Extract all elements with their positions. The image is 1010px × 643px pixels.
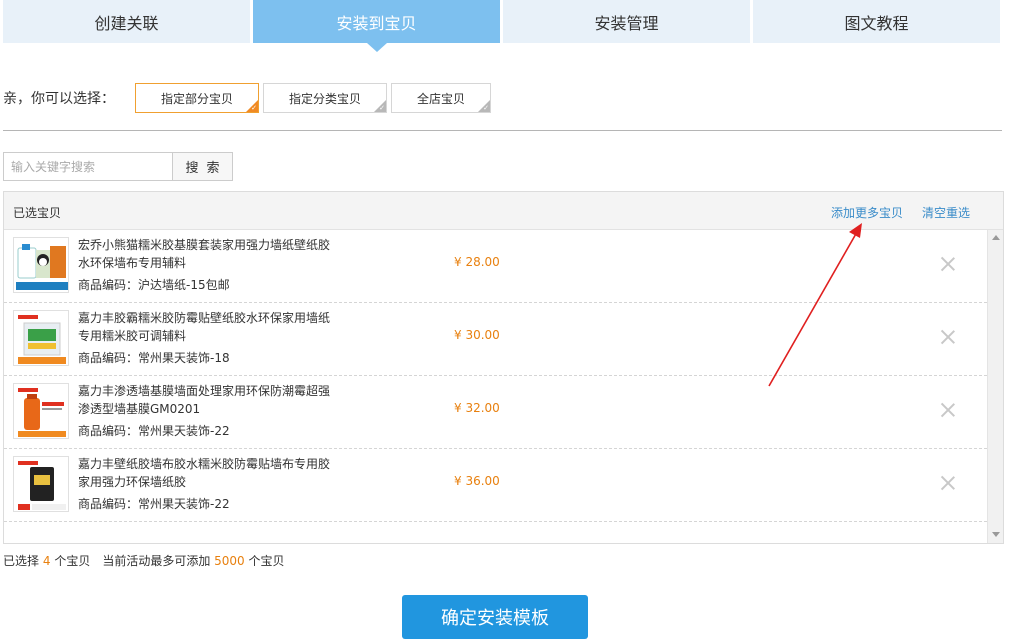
product-price: ¥ 36.00 xyxy=(454,474,500,488)
product-title[interactable]: 嘉力丰胶霸糯米胶防霉贴壁纸胶水环保家用墙纸专用糯米胶可调辅料 xyxy=(78,309,340,345)
list-scrollbar[interactable] xyxy=(987,230,1003,543)
tab-tutorial[interactable]: 图文教程 xyxy=(753,0,1000,43)
product-price: ¥ 32.00 xyxy=(454,401,500,415)
product-code: 商品编码：常州果天装饰-22 xyxy=(78,424,230,438)
remove-item-icon[interactable] xyxy=(940,475,956,491)
summary-mid: 个宝贝 当前活动最多可添加 xyxy=(54,554,211,568)
remove-item-icon[interactable] xyxy=(940,329,956,345)
option-all-items[interactable]: 全店宝贝 ✓ xyxy=(391,83,491,113)
check-icon: ✓ xyxy=(251,104,257,112)
scope-selector: 亲，你可以选择： 指定部分宝贝 ✓ 指定分类宝贝 ✓ 全店宝贝 ✓ xyxy=(3,83,495,113)
check-icon: ✓ xyxy=(483,104,489,112)
summary-prefix: 已选择 xyxy=(3,554,40,568)
scope-label: 亲，你可以选择： xyxy=(3,91,115,107)
product-title[interactable]: 嘉力丰壁纸胶墙布胶水糯米胶防霉贴墙布专用胶家用强力环保墙纸胶 xyxy=(78,455,340,491)
panel-header: 已选宝贝 添加更多宝贝 清空重选 xyxy=(4,192,1003,230)
option-partial-items[interactable]: 指定部分宝贝 ✓ xyxy=(135,83,259,113)
product-title[interactable]: 嘉力丰渗透墙基膜墙面处理家用环保防潮霉超强渗透型墙基膜GM0201 xyxy=(78,382,340,418)
option-category-items[interactable]: 指定分类宝贝 ✓ xyxy=(263,83,387,113)
product-code: 商品编码：沪达墙纸-15包邮 xyxy=(78,278,230,292)
list-item: 嘉力丰壁纸胶墙布胶水糯米胶防霉贴墙布专用胶家用强力环保墙纸胶 商品编码：常州果天… xyxy=(4,449,987,522)
option-partial-items-label: 指定部分宝贝 xyxy=(160,91,233,106)
list-item: 宏乔小熊猫糯米胶基膜套装家用强力墙纸壁纸胶水环保墙布专用辅料 商品编码：沪达墙纸… xyxy=(4,230,987,303)
product-thumbnail xyxy=(13,237,69,293)
section-divider xyxy=(3,130,1002,131)
list-item: 嘉力丰胶霸糯米胶防霉贴壁纸胶水环保家用墙纸专用糯米胶可调辅料 商品编码：常州果天… xyxy=(4,303,987,376)
selected-items-panel: 已选宝贝 添加更多宝贝 清空重选 宏乔小熊猫糯米胶基膜套装家用强力墙纸壁纸胶水环… xyxy=(3,191,1004,544)
max-count: 5000 xyxy=(214,554,245,568)
list-item: 嘉力丰渗透墙基膜墙面处理家用环保防潮霉超强渗透型墙基膜GM0201 商品编码：常… xyxy=(4,376,987,449)
tab-install-to-items[interactable]: 安装到宝贝 xyxy=(253,0,500,52)
product-price: ¥ 28.00 xyxy=(454,255,500,269)
scroll-up-icon[interactable] xyxy=(992,235,1000,240)
selected-items-list: 宏乔小熊猫糯米胶基膜套装家用强力墙纸壁纸胶水环保墙布专用辅料 商品编码：沪达墙纸… xyxy=(4,230,987,543)
remove-item-icon[interactable] xyxy=(940,402,956,418)
product-code: 商品编码：常州果天装饰-18 xyxy=(78,351,230,365)
check-icon: ✓ xyxy=(379,104,385,112)
top-tab-bar: 创建关联 安装到宝贝 安装管理 图文教程 xyxy=(3,0,1000,52)
summary-suffix: 个宝贝 xyxy=(248,554,285,568)
product-price: ¥ 30.00 xyxy=(454,328,500,342)
product-thumbnail xyxy=(13,383,69,439)
clear-reselect-link[interactable]: 清空重选 xyxy=(922,204,970,221)
add-more-items-link[interactable]: 添加更多宝贝 xyxy=(831,204,903,221)
product-thumbnail xyxy=(13,310,69,366)
product-thumbnail xyxy=(13,456,69,512)
remove-item-icon[interactable] xyxy=(940,256,956,272)
tab-install-management[interactable]: 安装管理 xyxy=(503,0,750,43)
confirm-install-button[interactable]: 确定安装模板 xyxy=(402,595,588,639)
selected-count: 4 xyxy=(42,554,51,568)
tab-create-association[interactable]: 创建关联 xyxy=(3,0,250,43)
scroll-down-icon[interactable] xyxy=(992,532,1000,537)
search-bar: 搜索 xyxy=(3,152,233,181)
product-title[interactable]: 宏乔小熊猫糯米胶基膜套装家用强力墙纸壁纸胶水环保墙布专用辅料 xyxy=(78,236,340,272)
selection-summary: 已选择 4 个宝贝 当前活动最多可添加 5000 个宝贝 xyxy=(3,552,285,569)
search-button[interactable]: 搜索 xyxy=(172,152,233,181)
panel-title: 已选宝贝 xyxy=(13,206,62,220)
option-category-items-label: 指定分类宝贝 xyxy=(288,91,361,106)
product-code: 商品编码：常州果天装饰-22 xyxy=(78,497,230,511)
option-all-items-label: 全店宝贝 xyxy=(416,91,465,106)
search-input[interactable] xyxy=(3,152,172,181)
